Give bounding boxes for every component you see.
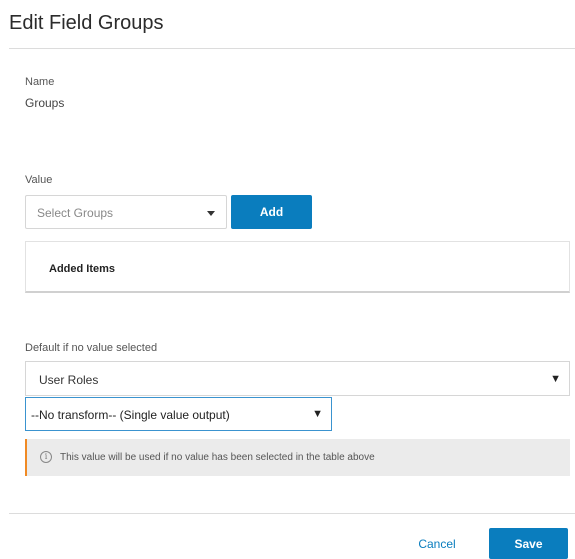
add-button[interactable]: Add — [231, 195, 312, 229]
footer-divider — [9, 513, 575, 514]
default-label: Default if no value selected — [25, 342, 158, 354]
added-items-panel: Added Items — [25, 241, 570, 293]
info-text: This value will be used if no value has … — [60, 452, 375, 463]
transform-select[interactable]: --No transform-- (Single value output) ▼ — [25, 397, 332, 431]
caret-down-icon — [207, 211, 215, 216]
select-arrow-icon: ▼ — [550, 373, 561, 385]
transform-selected: --No transform-- (Single value output) — [31, 408, 230, 422]
name-label: Name — [25, 76, 55, 88]
select-groups-placeholder: Select Groups — [37, 206, 114, 220]
default-value-select[interactable]: User Roles ▼ — [25, 361, 570, 396]
info-icon: i — [40, 451, 52, 463]
cancel-button[interactable]: Cancel — [406, 528, 468, 559]
added-items-title: Added Items — [49, 263, 116, 275]
select-groups-dropdown[interactable]: Select Groups — [25, 195, 227, 229]
name-value: Groups — [25, 96, 65, 110]
info-message: i This value will be used if no value ha… — [25, 439, 570, 476]
dialog-title: Edit Field Groups — [9, 12, 164, 34]
header-divider — [9, 48, 575, 49]
select-arrow-icon: ▼ — [312, 408, 323, 420]
value-label: Value — [25, 174, 53, 186]
save-button[interactable]: Save — [489, 528, 568, 559]
default-value-selected: User Roles — [39, 373, 99, 387]
